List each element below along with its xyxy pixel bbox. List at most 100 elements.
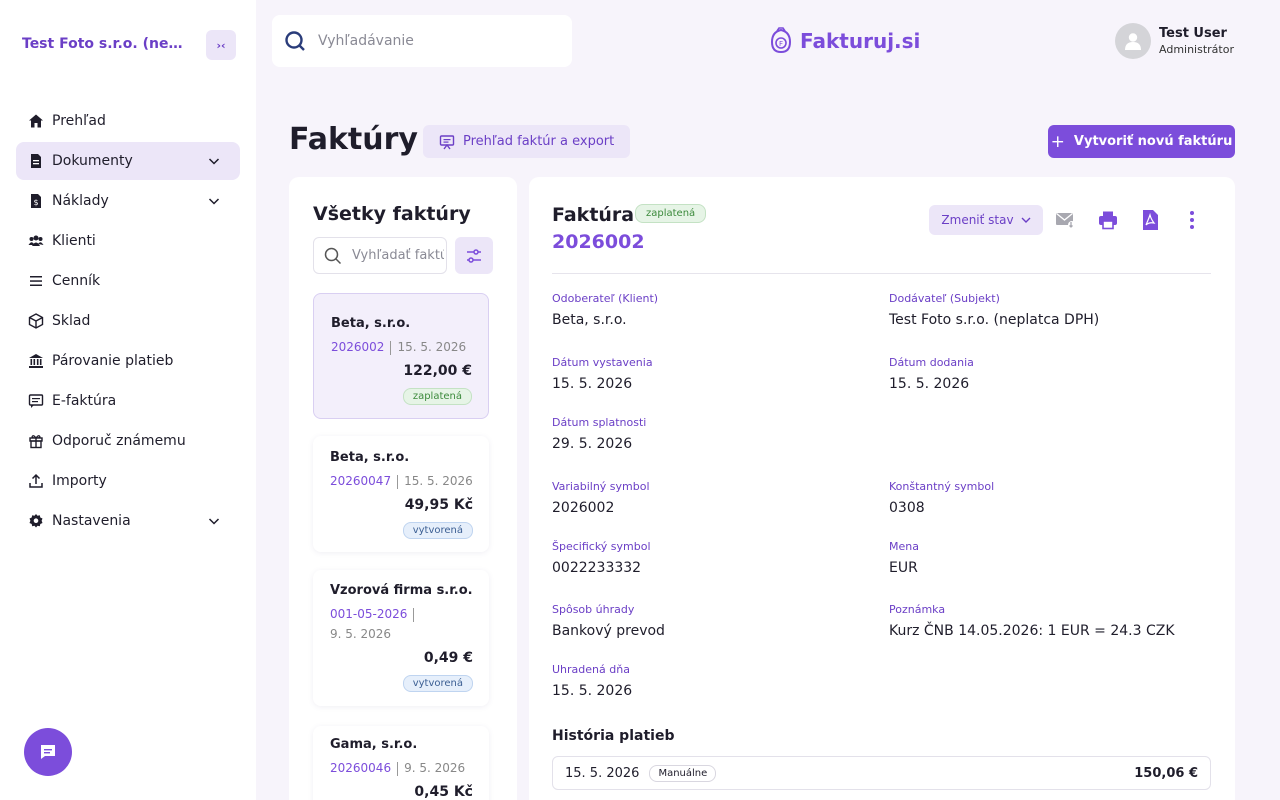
sidebar-item-label: Prehľad bbox=[52, 113, 106, 129]
svg-text:$: $ bbox=[33, 198, 38, 207]
filter-button[interactable] bbox=[455, 237, 493, 274]
status-badge: vytvorená bbox=[402, 522, 473, 539]
invoice-client: Beta, s.r.o. bbox=[331, 316, 411, 331]
user-name: Test User bbox=[1159, 26, 1227, 41]
user-menu[interactable]: Test User Administrátor bbox=[1115, 23, 1234, 59]
chevron-down-icon bbox=[208, 158, 220, 165]
chat-button[interactable] bbox=[24, 728, 72, 776]
invoice-number: 20260047 bbox=[330, 474, 392, 488]
field-currency: Mena EUR bbox=[889, 540, 919, 576]
status-badge: vytvorená bbox=[402, 675, 473, 692]
sidebar-item-sklad[interactable]: Sklad bbox=[16, 302, 240, 340]
user-icon bbox=[1125, 33, 1141, 50]
field-label: Poznámka bbox=[889, 603, 946, 616]
sidebar-item-dokumenty[interactable]: Dokumenty bbox=[16, 142, 240, 180]
invoice-number: 20260046 bbox=[330, 761, 392, 775]
invoice-date: 15. 5. 2026 bbox=[397, 340, 467, 354]
page-title: Faktúry bbox=[289, 122, 418, 157]
box-icon bbox=[27, 312, 45, 330]
global-search bbox=[272, 15, 572, 67]
sidebar-item-naklady[interactable]: $ Náklady bbox=[16, 182, 240, 220]
payment-method-badge: Manuálne bbox=[649, 764, 717, 782]
field-constant-symbol: Konštantný symbol 0308 bbox=[889, 480, 994, 516]
field-value: 0308 bbox=[889, 500, 925, 516]
field-value: Kurz ČNB 14.05.2026: 1 EUR = 24.3 CZK bbox=[889, 623, 1175, 639]
pdf-icon bbox=[1143, 210, 1158, 230]
invoice-number: 001-05-2026 bbox=[330, 607, 408, 621]
sidebar-item-klienti[interactable]: Klienti bbox=[16, 222, 240, 260]
field-value: 29. 5. 2026 bbox=[552, 436, 633, 452]
status-badge: zaplatená bbox=[402, 388, 472, 405]
invoice-search bbox=[313, 237, 447, 274]
sidebar-item-label: Nastavenia bbox=[52, 513, 131, 529]
field-label: Odoberateľ (Klient) bbox=[552, 292, 659, 305]
invoice-overview-button[interactable]: Prehľad faktúr a export bbox=[423, 125, 631, 158]
user-role: Administrátor bbox=[1159, 43, 1234, 56]
invoice-number: 2026002 bbox=[331, 340, 385, 354]
invoice-client: Gama, s.r.o. bbox=[330, 737, 418, 752]
field-delivery-date: Dátum dodania 15. 5. 2026 bbox=[889, 356, 974, 392]
create-invoice-button[interactable]: + Vytvoriť novú faktúru bbox=[1048, 125, 1235, 158]
invoice-search-input[interactable] bbox=[352, 248, 444, 263]
sidebar-nav: Prehľad Dokumenty $ Náklady Klienti Cenn… bbox=[16, 102, 240, 542]
invoice-list-item[interactable]: Vzorová firma s.r.o. 001-05-2026 9. 5. 20… bbox=[313, 570, 489, 706]
company-name[interactable]: Test Foto s.r.o. (neplatca DPH) bbox=[22, 36, 187, 52]
more-options-button[interactable] bbox=[1180, 208, 1204, 232]
field-label: Dátum splatnosti bbox=[552, 416, 647, 429]
field-value: Test Foto s.r.o. (neplatca DPH) bbox=[889, 312, 1100, 328]
field-label: Konštantný symbol bbox=[889, 480, 995, 493]
mail-icon bbox=[1056, 212, 1076, 229]
invoice-amount: 122,00 € bbox=[403, 363, 472, 379]
invoice-amount: 49,95 Kč bbox=[404, 497, 473, 513]
home-icon bbox=[27, 112, 45, 130]
payment-amount: 150,06 € bbox=[1134, 765, 1198, 781]
create-invoice-label: Vytvoriť novú faktúru bbox=[1073, 134, 1233, 149]
print-button[interactable] bbox=[1096, 208, 1120, 232]
sidebar-item-nastavenia[interactable]: Nastavenia bbox=[16, 502, 240, 540]
chat-icon bbox=[41, 745, 55, 759]
collapse-sidebar-button[interactable]: ›‹ bbox=[206, 30, 236, 60]
plus-icon: + bbox=[1050, 131, 1065, 152]
change-status-dropdown[interactable]: Zmeniť stav bbox=[929, 205, 1043, 235]
download-pdf-button[interactable] bbox=[1138, 208, 1162, 232]
app-logo[interactable]: F Fakturuj.si bbox=[767, 27, 920, 55]
logo-icon: F bbox=[770, 27, 792, 54]
sidebar-item-label: Cenník bbox=[52, 273, 101, 289]
field-value: 0022233332 bbox=[552, 560, 642, 576]
divider bbox=[552, 273, 1211, 274]
send-email-button[interactable] bbox=[1054, 208, 1078, 232]
payment-history-title: História platieb bbox=[552, 728, 675, 744]
sidebar-item-odporuc[interactable]: Odporuč známemu bbox=[16, 422, 240, 460]
search-icon bbox=[324, 247, 342, 264]
sidebar-item-parovanie[interactable]: Párovanie platieb bbox=[16, 342, 240, 380]
invoice-list-item[interactable]: Gama, s.r.o. 20260046 9. 5. 2026 0,45 Kč bbox=[313, 726, 489, 800]
sidebar-item-label: Sklad bbox=[52, 313, 91, 329]
invoice-date: 15. 5. 2026 bbox=[404, 474, 473, 488]
field-label: Spôsob úhrady bbox=[552, 603, 635, 616]
field-value: Beta, s.r.o. bbox=[552, 312, 627, 328]
bank-icon bbox=[27, 352, 45, 370]
document-icon bbox=[27, 152, 45, 170]
sidebar-item-prehlad[interactable]: Prehľad bbox=[16, 102, 240, 140]
avatar bbox=[1115, 23, 1151, 59]
sidebar-item-label: Dokumenty bbox=[52, 153, 133, 169]
invoice-overview-label: Prehľad faktúr a export bbox=[463, 134, 615, 149]
payment-history-row[interactable]: 15. 5. 2026 Manuálne 150,06 € bbox=[552, 756, 1211, 790]
field-label: Mena bbox=[889, 540, 919, 553]
field-value: EUR bbox=[889, 560, 918, 576]
sidebar-item-label: Párovanie platieb bbox=[52, 353, 174, 369]
search-input[interactable] bbox=[318, 33, 548, 49]
sidebar-item-label: Náklady bbox=[52, 193, 109, 209]
field-value: Bankový prevod bbox=[552, 623, 665, 639]
invoice-list-item[interactable]: Beta, s.r.o. 2026002 15. 5. 2026 122,00 €… bbox=[313, 293, 489, 419]
field-label: Dodávateľ (Subjekt) bbox=[889, 292, 1000, 305]
field-label: Variabilný symbol bbox=[552, 480, 650, 493]
invoice-list-item[interactable]: Beta, s.r.o. 20260047 15. 5. 2026 49,95 K… bbox=[313, 436, 489, 552]
invoice-detail-label: Faktúra bbox=[552, 204, 635, 226]
message-icon bbox=[27, 392, 45, 410]
sidebar-item-cennik[interactable]: Cenník bbox=[16, 262, 240, 300]
filter-icon bbox=[467, 248, 481, 263]
field-note: Poznámka Kurz ČNB 14.05.2026: 1 EUR = 24… bbox=[889, 603, 1175, 639]
sidebar-item-importy[interactable]: Importy bbox=[16, 462, 240, 500]
sidebar-item-efaktura[interactable]: E-faktúra bbox=[16, 382, 240, 420]
